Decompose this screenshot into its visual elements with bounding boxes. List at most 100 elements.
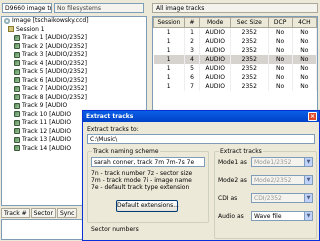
mode2-value: Mode2/2352 [254, 177, 292, 184]
disc-icon [4, 17, 10, 24]
tree-track-node[interactable]: Track 8 [AUDIO/2352] [2, 94, 146, 103]
chevron-down-icon: ▼ [304, 194, 312, 202]
tree-track-node[interactable]: Track 6 [AUDIO/2352] [2, 77, 146, 86]
table-cell: 2352 [230, 45, 269, 55]
column-header[interactable]: DCP [267, 17, 293, 28]
default-extensions-button[interactable]: Default extensions... [116, 200, 179, 212]
table-cell: 1 [153, 27, 185, 37]
extract-tracks-group-title: Extract tracks [219, 148, 263, 155]
track-icon [14, 136, 20, 143]
table-row[interactable]: 1 7 AUDIO 2352 No No [153, 81, 317, 91]
bottom-tab[interactable]: Track # [1, 208, 30, 218]
track-icon [14, 43, 20, 49]
table-cell: 2 [184, 36, 201, 46]
tree-item-label: Track 4 [AUDIO/2352] [22, 59, 87, 67]
column-header[interactable]: Sec Size [230, 17, 269, 28]
chevron-down-icon: ▼ [304, 212, 312, 220]
bottom-tab[interactable]: Sync [56, 208, 78, 218]
mode1-value: Mode1/2352 [254, 159, 292, 166]
table-cell: No [268, 72, 293, 82]
tree-item-label: Image [tschaikowsky.ccd] [12, 17, 89, 24]
track-icon [14, 102, 20, 109]
dialog-titlebar: Extract tracks × [83, 111, 319, 122]
extract-tracks-group: Extract tracks Mode1 as Mode1/2352 ▼ Mod… [214, 148, 317, 239]
tree-image-node[interactable]: Image [tschaikowsky.ccd] [2, 17, 146, 26]
extract-tracks-dialog: Extract tracks × Extract tracks to: C:\M… [82, 110, 320, 241]
column-header[interactable]: Session [153, 17, 185, 28]
table-cell: 5 [184, 63, 201, 73]
table-cell: AUDIO [199, 63, 232, 73]
table-cell: No [292, 27, 317, 37]
track-icon [14, 51, 20, 58]
tree-track-node[interactable]: Track 2 [AUDIO/2352] [2, 43, 146, 52]
table-row[interactable]: 1 5 AUDIO 2352 No No [153, 63, 317, 73]
table-cell: AUDIO [199, 72, 232, 82]
track-icon [14, 111, 20, 117]
extract-to-input[interactable]: C:\Music\ [87, 134, 315, 144]
tree-session-node[interactable]: Session 1 [2, 26, 146, 35]
table-header: Session # Mode Sec Size DCP 4CH [153, 17, 317, 28]
mode2-select[interactable]: Mode2/2352 ▼ [251, 175, 313, 185]
tree-item-label: Track 14 [AUDIO [22, 144, 72, 152]
tree-item-label: Session 1 [16, 25, 45, 33]
track-icon [14, 145, 20, 151]
column-header[interactable]: Mode [199, 17, 232, 28]
filesystems-selector[interactable]: No filesystems [54, 3, 144, 13]
tree-item-label: Track 8 [AUDIO/2352] [22, 93, 87, 101]
mode2-label: Mode2 as [218, 177, 247, 184]
naming-scheme-title: Track naming scheme [92, 148, 160, 155]
tree-item-label: Track 10 [AUDIO [22, 110, 72, 118]
track-icon [14, 119, 20, 126]
dialog-body: Extract tracks to: C:\Music\ Track namin… [83, 122, 319, 240]
left-toolbar: D9660 image tree No filesystems [2, 3, 144, 13]
tree-track-node[interactable]: Track 5 [AUDIO/2352] [2, 68, 146, 77]
cdi-select[interactable]: CDI/2352 ▼ [251, 193, 313, 203]
table-cell: No [292, 36, 317, 46]
column-header[interactable]: # [183, 17, 201, 28]
table-cell: AUDIO [199, 36, 232, 46]
naming-scheme-group: Track naming scheme sarah conner, track … [87, 148, 209, 223]
column-header[interactable]: 4CH [291, 17, 317, 28]
track-icon [14, 34, 20, 41]
tree-item-label: Track 6 [AUDIO/2352] [22, 76, 87, 84]
cdi-value: CDI/2352 [254, 195, 282, 202]
naming-scheme-input[interactable]: sarah conner, track 7m 7m-7s 7e [91, 157, 205, 167]
table-cell: No [268, 27, 293, 37]
table-row[interactable]: 1 2 AUDIO 2352 No No [153, 36, 317, 46]
tree-track-node[interactable]: Track 1 [AUDIO/2352] [2, 34, 146, 43]
sector-numbers-label: Sector numbers [91, 226, 139, 233]
table-cell: No [268, 81, 293, 91]
close-icon[interactable]: × [308, 112, 317, 121]
table-cell: No [292, 45, 317, 55]
tree-item-label: Track 12 [AUDIO [22, 127, 72, 135]
table-cell: No [292, 54, 317, 64]
table-row[interactable]: 1 1 AUDIO 2352 No No [153, 27, 317, 37]
extract-to-label: Extract tracks to: [87, 126, 139, 133]
track-icon [14, 128, 20, 134]
table-cell: 2352 [230, 54, 269, 64]
table-row[interactable]: 1 3 AUDIO 2352 No No [153, 45, 317, 55]
dialog-title: Extract tracks [86, 113, 134, 120]
tree-track-node[interactable]: Track 3 [AUDIO/2352] [2, 51, 146, 60]
table-cell: 3 [184, 45, 201, 55]
table-cell: 1 [184, 27, 201, 37]
table-cell: No [268, 54, 293, 64]
tree-item-label: Track 5 [AUDIO/2352] [22, 68, 87, 75]
mode1-select[interactable]: Mode1/2352 ▼ [251, 157, 313, 167]
audio-select[interactable]: Wave file ▼ [251, 211, 313, 221]
table-row[interactable]: 1 4 AUDIO 2352 No No [153, 54, 317, 64]
image-tree-selector[interactable]: D9660 image tree [2, 3, 52, 13]
table-cell: 2352 [230, 72, 269, 82]
table-row[interactable]: 1 6 AUDIO 2352 No No [153, 72, 317, 82]
session-icon [8, 26, 14, 32]
table-cell: AUDIO [199, 45, 232, 55]
bottom-tab[interactable]: Sector [30, 208, 56, 218]
mode1-label: Mode1 as [218, 159, 247, 166]
tree-track-node[interactable]: Track 4 [AUDIO/2352] [2, 60, 146, 69]
table-cell: 1 [153, 81, 185, 91]
naming-hint-3: 7e - default track type extension [91, 184, 190, 191]
track-icon [14, 77, 20, 83]
tree-track-node[interactable]: Track 7 [AUDIO/2352] [2, 85, 146, 94]
table-cell: 6 [184, 72, 201, 82]
chevron-down-icon: ▼ [304, 158, 312, 166]
